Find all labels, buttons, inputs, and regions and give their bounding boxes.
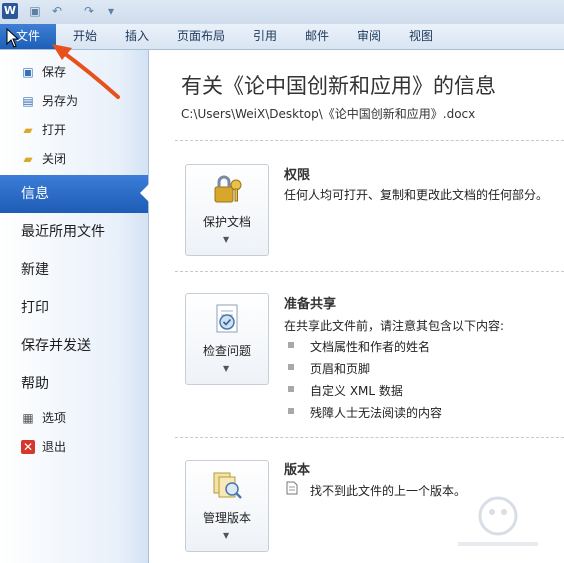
- sidebar-item-label: 保存并发送: [21, 338, 91, 354]
- save-icon: ▣: [22, 65, 34, 79]
- check-for-issues-button[interactable]: 检查问题 ▼: [185, 293, 269, 385]
- list-item: 页眉和页脚: [310, 362, 371, 376]
- page-title: 有关《论中国创新和应用》的信息: [181, 74, 496, 98]
- document-path: C:\Users\WeiX\Desktop\《论中国创新和应用》.docx: [181, 107, 476, 121]
- sidebar-item-close[interactable]: ▰ 关闭: [0, 145, 148, 173]
- divider: [175, 140, 564, 141]
- sidebar-item-info[interactable]: 信息: [0, 175, 150, 213]
- chevron-down-icon: ▼: [223, 235, 230, 244]
- permissions-heading: 权限: [284, 168, 311, 183]
- tab-home[interactable]: 开始: [60, 24, 110, 49]
- customize-icon[interactable]: ▾: [104, 4, 118, 18]
- close-folder-icon: ▰: [23, 152, 33, 166]
- quick-access-toolbar: W ▣ ↶ ↷ ▾: [0, 0, 564, 24]
- manage-versions-button[interactable]: 管理版本 ▼: [185, 460, 269, 552]
- save-icon[interactable]: ▣: [28, 4, 42, 18]
- document-icon: [286, 481, 298, 495]
- chevron-down-icon: ▼: [223, 531, 230, 540]
- protect-document-button[interactable]: 保护文档 ▼: [185, 164, 269, 256]
- redo-icon[interactable]: ↷: [82, 4, 96, 18]
- sidebar-item-help[interactable]: 帮助: [0, 365, 148, 403]
- prepare-text: 在共享此文件前，请注意其包含以下内容:: [284, 319, 505, 333]
- chevron-down-icon: ▼: [223, 364, 230, 373]
- undo-icon[interactable]: ↶: [50, 4, 64, 18]
- sidebar-item-label: 关闭: [42, 152, 67, 166]
- divider: [175, 271, 564, 272]
- sidebar-item-save[interactable]: ▣ 保存: [0, 58, 148, 86]
- tab-references[interactable]: 引用: [240, 24, 290, 49]
- sidebar-item-label: 选项: [42, 411, 67, 425]
- inspect-document-icon: [216, 304, 238, 333]
- list-item: 自定义 XML 数据: [310, 384, 403, 398]
- tab-mailings[interactable]: 邮件: [292, 24, 342, 49]
- list-item: 文档属性和作者的姓名: [310, 340, 431, 354]
- divider: [175, 437, 564, 438]
- sidebar-item-label: 信息: [21, 186, 49, 202]
- sidebar-item-label: 新建: [21, 262, 49, 278]
- ribbon-tabs: 文件 开始 插入 页面布局 引用 邮件 审阅 视图: [0, 24, 564, 50]
- bullet-icon: [288, 386, 294, 392]
- sidebar-item-label: 最近所用文件: [21, 224, 105, 240]
- info-pane: 有关《论中国创新和应用》的信息 C:\Users\WeiX\Desktop\《论…: [149, 50, 564, 563]
- sidebar-item-save-as[interactable]: ▤ 另存为: [0, 87, 148, 115]
- sidebar-item-options[interactable]: ▦ 选项: [0, 404, 148, 432]
- sidebar-item-label: 另存为: [42, 94, 79, 108]
- sidebar-item-label: 打开: [42, 123, 67, 137]
- permissions-text: 任何人均可打开、复制和更改此文档的任何部分。: [284, 188, 549, 202]
- mouse-cursor-icon: [6, 28, 20, 48]
- sidebar-item-save-send[interactable]: 保存并发送: [0, 327, 148, 365]
- watermark-logo-icon: [458, 496, 538, 546]
- sidebar-item-new[interactable]: 新建: [0, 251, 148, 289]
- tab-review[interactable]: 审阅: [344, 24, 394, 49]
- sidebar-item-label: 打印: [21, 300, 49, 316]
- manage-versions-icon: [213, 472, 242, 499]
- sidebar-item-label: 退出: [42, 440, 67, 454]
- bullet-icon: [288, 408, 294, 414]
- tab-insert[interactable]: 插入: [112, 24, 162, 49]
- backstage-sidebar: ▣ 保存 ▤ 另存为 ▰ 打开 ▰ 关闭 信息 最近所用文件 新建 打印 保存并…: [0, 50, 150, 563]
- list-item: 残障人士无法阅读的内容: [310, 406, 443, 420]
- tab-page-layout[interactable]: 页面布局: [170, 24, 232, 49]
- bullet-icon: [288, 342, 294, 348]
- prepare-heading: 准备共享: [284, 297, 337, 312]
- word-logo-icon: W: [2, 3, 18, 19]
- protect-document-label: 保护文档: [202, 215, 251, 229]
- tab-view[interactable]: 视图: [396, 24, 446, 49]
- lock-key-icon: [214, 175, 242, 203]
- sidebar-item-label: 帮助: [21, 376, 49, 392]
- sidebar-item-exit[interactable]: ✕ 退出: [0, 433, 148, 461]
- sidebar-item-recent[interactable]: 最近所用文件: [0, 213, 148, 251]
- sidebar-item-print[interactable]: 打印: [0, 289, 148, 327]
- sidebar-item-label: 保存: [42, 65, 67, 79]
- open-folder-icon: ▰: [23, 123, 33, 137]
- bullet-icon: [288, 364, 294, 370]
- sidebar-item-open[interactable]: ▰ 打开: [0, 116, 148, 144]
- versions-heading: 版本: [284, 463, 311, 478]
- options-icon: ▦: [22, 411, 34, 425]
- check-for-issues-label: 检查问题: [202, 344, 251, 358]
- save-as-icon: ▤: [22, 94, 34, 108]
- exit-icon: ✕: [21, 440, 35, 454]
- manage-versions-label: 管理版本: [202, 511, 251, 525]
